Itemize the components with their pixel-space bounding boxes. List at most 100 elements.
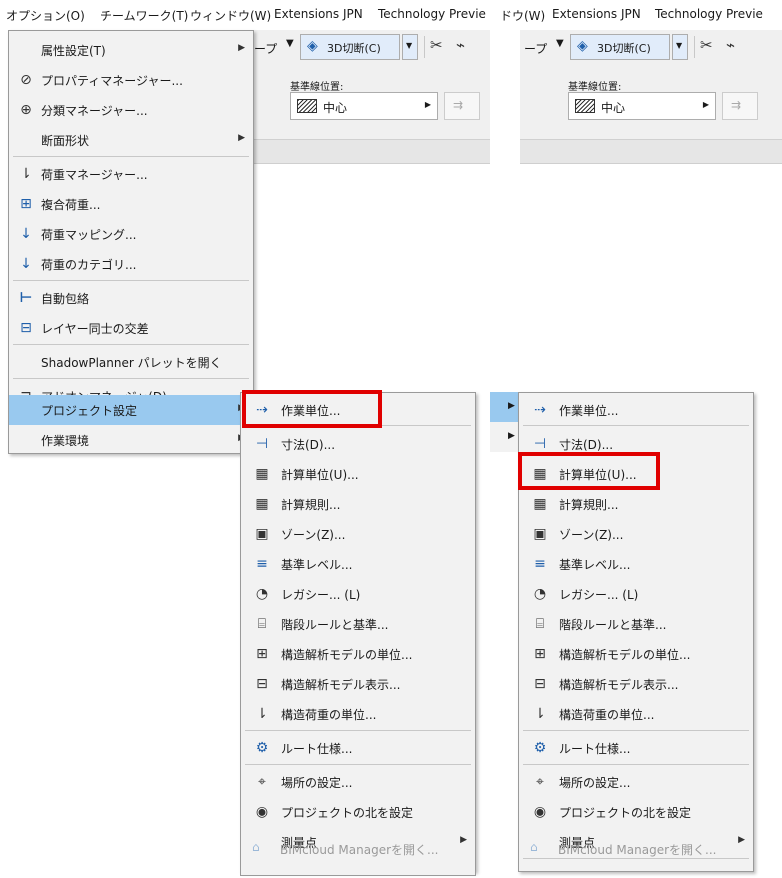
- stair-rules-icon: ⌸: [257, 616, 267, 632]
- menu-item-structural-model-units[interactable]: ⊞ 構造解析モデルの単位...: [241, 639, 475, 669]
- menu-item-label: 作業環境: [41, 434, 90, 448]
- magic-wand-icon[interactable]: ⌁: [456, 36, 465, 54]
- menu-item-stair-rules[interactable]: ⌸ 階段ルールと基準...: [519, 609, 753, 639]
- menu-separator: [13, 156, 249, 157]
- scissors-icon[interactable]: ✂: [430, 36, 443, 54]
- section-3d-button[interactable]: ◈ 3D切断(C): [300, 34, 400, 60]
- structural-model-display-icon: ⊟: [256, 676, 268, 692]
- scissors-icon[interactable]: ✂: [700, 36, 713, 54]
- menu-item-label: ShadowPlanner パレットを開く: [41, 356, 222, 370]
- toolbar-right: ープ ▼ ◈ 3D切断(C) ▼ ✂ ⌁ 基準線位置: 中心 ▶ ⇉: [520, 30, 782, 140]
- section-3d-button-right[interactable]: ◈ 3D切断(C): [570, 34, 670, 60]
- menu-item-zones[interactable]: ▣ ゾーン(Z)...: [241, 519, 475, 549]
- menu-item-project-settings-right[interactable]: ▶: [490, 392, 520, 422]
- menu-item-dimensions[interactable]: ⊣ 寸法(D)...: [241, 429, 475, 459]
- menu-item-structural-model-display[interactable]: ⊟ 構造解析モデル表示...: [241, 669, 475, 699]
- options-menu: 属性設定(T) ▶ ⊘ プロパティマネージャー... ⊕ 分類マネージャー... 断面…: [8, 30, 254, 454]
- compass-icon: ◉: [255, 804, 269, 820]
- chevron-right-icon: ▶: [460, 835, 467, 845]
- menu-item-label: 構造解析モデル表示...: [559, 678, 679, 692]
- menu-item-legacy[interactable]: ◔ レガシー... (L): [519, 579, 753, 609]
- menu-item-legacy[interactable]: ◔ レガシー... (L): [241, 579, 475, 609]
- menu-item-reference-levels[interactable]: ≡ 基準レベル...: [519, 549, 753, 579]
- menu-item-label: 構造荷重の単位...: [281, 708, 377, 722]
- highlight-calculation-units: [518, 452, 660, 490]
- menu-item-location[interactable]: ⌖ 場所の設定...: [241, 767, 475, 797]
- hatch-icon: [575, 99, 595, 113]
- chevron-right-icon: ▶: [508, 401, 515, 411]
- menu-window[interactable]: ウィンドウ(W): [190, 7, 271, 24]
- menu-item-profile-shapes[interactable]: 断面形状 ▶: [9, 125, 253, 155]
- menu-item-label: レイヤー同士の交差: [41, 322, 149, 336]
- highlight-working-units: [242, 390, 382, 428]
- menu-item-structural-model-display[interactable]: ⊟ 構造解析モデル表示...: [519, 669, 753, 699]
- flip-button-right[interactable]: ⇉: [722, 92, 758, 120]
- menu-technology-preview[interactable]: Technology Previe: [378, 7, 486, 21]
- menu-item-label: 作業単位...: [559, 404, 619, 418]
- menu-item-structural-load-units[interactable]: ⇂ 構造荷重の単位...: [241, 699, 475, 729]
- menu-item-label: 場所の設定...: [281, 776, 353, 790]
- load-category-icon: ↓: [20, 256, 32, 272]
- baseline-value: 中心: [323, 101, 348, 115]
- dropdown-arrow-icon[interactable]: ▼: [286, 38, 294, 49]
- menu-item-classification-manager[interactable]: ⊕ 分類マネージャー...: [9, 95, 253, 125]
- baseline-select[interactable]: 中心 ▶: [290, 92, 438, 120]
- menu-item-label: 計算規則...: [281, 498, 341, 512]
- menu-item-structural-model-units[interactable]: ⊞ 構造解析モデルの単位...: [519, 639, 753, 669]
- load-manager-icon: ⇂: [20, 166, 32, 182]
- menu-item-label: 荷重マネージャー...: [41, 168, 148, 182]
- menu-options[interactable]: オプション(O): [6, 7, 85, 24]
- menu-separator: [523, 764, 749, 765]
- menu-item-shadowplanner[interactable]: ShadowPlanner パレットを開く: [9, 347, 253, 377]
- menu-item-label: 階段ルールと基準...: [281, 618, 389, 632]
- menu-item-layer-intersection[interactable]: ⊟ レイヤー同士の交差: [9, 313, 253, 343]
- menu-item-label: 階段ルールと基準...: [559, 618, 667, 632]
- menu-item-zones[interactable]: ▣ ゾーン(Z)...: [519, 519, 753, 549]
- menu-item-project-north[interactable]: ◉ プロジェクトの北を設定: [519, 797, 753, 827]
- menu-item-calculation-rules[interactable]: ▦ 計算規則...: [519, 489, 753, 519]
- menu-item-load-mapping[interactable]: ↓ 荷重マッピング...: [9, 219, 253, 249]
- chevron-right-icon: ▶: [702, 100, 709, 109]
- flip-button[interactable]: ⇉: [444, 92, 480, 120]
- menu-item-work-environment[interactable]: 作業環境▶: [9, 425, 253, 455]
- menu-item-calculation-units[interactable]: ▦ 計算単位(U)...: [241, 459, 475, 489]
- menu-item-stair-rules[interactable]: ⌸ 階段ルールと基準...: [241, 609, 475, 639]
- menu-item-label: 荷重のカテゴリ...: [41, 258, 137, 272]
- menu-item-calculation-rules[interactable]: ▦ 計算規則...: [241, 489, 475, 519]
- menu-item-label: レガシー... (L): [559, 588, 639, 602]
- menu-item-load-manager[interactable]: ⇂ 荷重マネージャー...: [9, 159, 253, 189]
- section-dropdown[interactable]: ▼: [402, 34, 418, 60]
- dropdown-arrow-icon[interactable]: ▼: [556, 38, 564, 49]
- menu-item-label: 自動包絡: [41, 292, 90, 306]
- menu-item-load-combination[interactable]: ⊞ 複合荷重...: [9, 189, 253, 219]
- menu-separator: [13, 344, 249, 345]
- menu-item-structural-load-units[interactable]: ⇂ 構造荷重の単位...: [519, 699, 753, 729]
- menu-item-project-north[interactable]: ◉ プロジェクトの北を設定: [241, 797, 475, 827]
- menu-item-route-specification[interactable]: ⚙ ルート仕様...: [241, 733, 475, 763]
- menu-item-auto-intersect[interactable]: ⊢ 自動包絡: [9, 283, 253, 313]
- menu-item-location[interactable]: ⌖ 場所の設定...: [519, 767, 753, 797]
- baseline-select-right[interactable]: 中心 ▶: [568, 92, 716, 120]
- menu-item-property-manager[interactable]: ⊘ プロパティマネージャー...: [9, 65, 253, 95]
- menu-technology-preview-right[interactable]: Technology Previe: [655, 7, 763, 21]
- menu-item-load-category[interactable]: ↓ 荷重のカテゴリ...: [9, 249, 253, 279]
- menu-item-label: プロジェクトの北を設定: [559, 806, 692, 820]
- menu-item-working-units[interactable]: ⇢ 作業単位...: [519, 395, 753, 425]
- tag-icon: ⊘: [20, 72, 32, 88]
- menu-extensions-jpn[interactable]: Extensions JPN: [274, 7, 363, 21]
- menu-item-route-specification[interactable]: ⚙ ルート仕様...: [519, 733, 753, 763]
- menu-teamwork[interactable]: チームワーク(T): [100, 7, 188, 24]
- section-dropdown-right[interactable]: ▼: [672, 34, 688, 60]
- legacy-icon: ◔: [533, 586, 547, 602]
- magic-wand-icon[interactable]: ⌁: [726, 36, 735, 54]
- hatch-icon: [297, 99, 317, 113]
- menu-item-project-settings[interactable]: プロジェクト設定▶: [9, 395, 253, 425]
- menu-window-right[interactable]: ドウ(W): [500, 7, 545, 24]
- menu-item-attribute-settings[interactable]: 属性設定(T) ▶: [9, 35, 253, 65]
- menu-item-work-environment-right[interactable]: ▶: [490, 422, 520, 452]
- menu-item-label: ルート仕様...: [559, 742, 631, 756]
- menu-extensions-jpn-right[interactable]: Extensions JPN: [552, 7, 641, 21]
- dimensions-icon: ⊣: [255, 436, 269, 452]
- menu-item-reference-levels[interactable]: ≡ 基準レベル...: [241, 549, 475, 579]
- tape-label-right: ープ: [524, 42, 548, 56]
